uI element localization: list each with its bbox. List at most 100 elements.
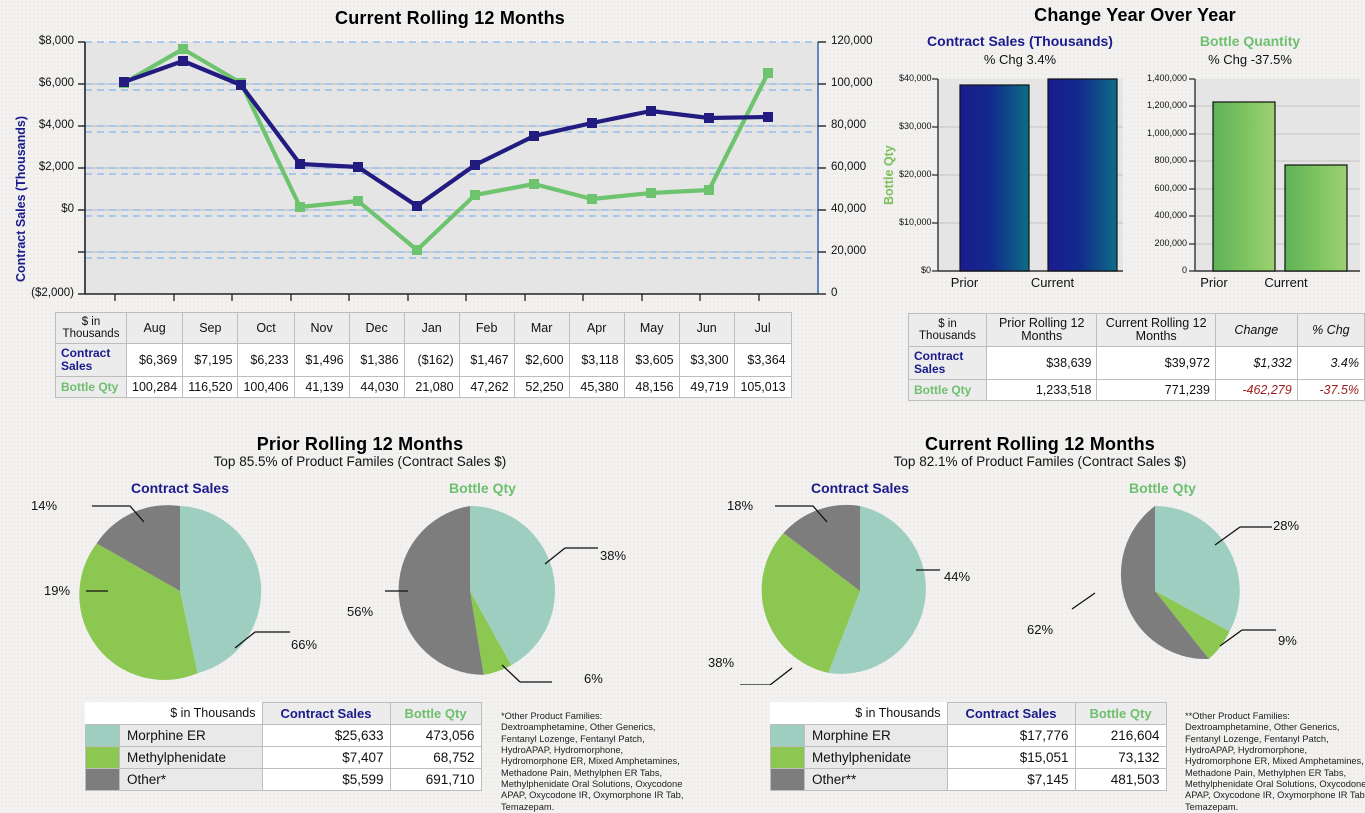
- cell-contract-sales: $3,118: [569, 344, 624, 377]
- line-chart-ytick-right-3: 60,000: [831, 161, 866, 173]
- cell-pctchg: 3.4%: [1297, 347, 1364, 380]
- legend-swatch-morphine-er: [86, 725, 120, 747]
- yoy-header-change: Change: [1215, 314, 1297, 347]
- yoy-left-ytick-3: $30,000: [899, 121, 931, 131]
- current-table-header-bottle-qty: Bottle Qty: [1075, 703, 1166, 725]
- corner-label-line1: $ in: [82, 316, 101, 328]
- prior-contract-sales-value: $5,599: [262, 769, 390, 791]
- yoy-table: $ in Thousands Prior Rolling 12 Months C…: [908, 313, 1365, 401]
- cell-bottle-qty: 41,139: [294, 377, 349, 398]
- corner-label-line2: Thousands: [919, 330, 976, 342]
- prior-bottle-qty-value: 691,710: [390, 769, 481, 791]
- prior-pie-label-66: 66%: [291, 637, 317, 652]
- row-label-contract-sales: Contract Sales: [909, 347, 987, 380]
- prior-pies-svg: [40, 490, 680, 685]
- prior-product-name: Methylphenidate: [120, 747, 263, 769]
- month-header: Jun: [679, 313, 734, 344]
- cell-bottle-qty: 48,156: [624, 377, 679, 398]
- cell-contract-sales: $3,300: [679, 344, 734, 377]
- cell-bottle-qty: 52,250: [514, 377, 569, 398]
- yoy-header-pctchg: % Chg: [1297, 314, 1364, 347]
- cell-prior: 1,233,518: [986, 380, 1096, 401]
- monthly-table-corner: $ in Thousands: [56, 313, 127, 344]
- current-pie-label-44: 44%: [944, 569, 970, 584]
- line-chart-ytick-right-6: 120,000: [831, 35, 873, 47]
- table-row: Other* $5,599 691,710: [86, 769, 482, 791]
- current-pies-svg: [720, 490, 1365, 685]
- line-chart-svg: [0, 0, 900, 305]
- prior-table-header-contract-sales: Contract Sales: [262, 703, 390, 725]
- line-chart-ytick-right-0: 0: [831, 287, 837, 299]
- line-chart-ytick-left-2: $2,000: [24, 161, 74, 173]
- line-chart-ytick-left-5: $8,000: [24, 35, 74, 47]
- line-chart-ytick-right-4: 80,000: [831, 119, 866, 131]
- cell-current: 771,239: [1097, 380, 1216, 401]
- yoy-left-chart-label: Contract Sales (Thousands): [905, 33, 1135, 49]
- cell-bottle-qty: 100,284: [127, 377, 183, 398]
- current-product-table: $ in Thousands Contract Sales Bottle Qty…: [770, 702, 1167, 791]
- prior-pie-label-14: 14%: [31, 498, 57, 513]
- line-chart-ytick-left-1: $0: [24, 203, 74, 215]
- cell-contract-sales: $1,496: [294, 344, 349, 377]
- prior-pie-label-19: 19%: [44, 583, 70, 598]
- table-row: Bottle Qty 1,233,518 771,239 -462,279 -3…: [909, 380, 1365, 401]
- prior-product-table-wrapper: $ in Thousands Contract Sales Bottle Qty…: [85, 702, 482, 791]
- yoy-left-ytick-0: $0: [899, 265, 931, 275]
- yoy-right-ytick-0: 0: [1132, 265, 1187, 275]
- prior-table-header-bottle-qty: Bottle Qty: [390, 703, 481, 725]
- cell-change: $1,332: [1215, 347, 1297, 380]
- cell-contract-sales: ($162): [404, 344, 459, 377]
- current-panel-title: Current Rolling 12 Months: [720, 434, 1360, 455]
- yoy-right-chart-label: Bottle Quantity: [1140, 33, 1360, 49]
- month-header: May: [624, 313, 679, 344]
- month-header: Feb: [459, 313, 514, 344]
- line-chart-ytick-right-5: 100,000: [831, 77, 873, 89]
- line-chart-ytick-right-1: 20,000: [831, 245, 866, 257]
- table-row: Morphine ER $17,776 216,604: [771, 725, 1167, 747]
- yoy-right-ytick-4: 800,000: [1132, 155, 1187, 165]
- current-bottle-qty-value: 481,503: [1075, 769, 1166, 791]
- yoy-header-current: Current Rolling 12 Months: [1097, 314, 1216, 347]
- cell-pctchg: -37.5%: [1297, 380, 1364, 401]
- table-header-row: $ in Thousands Contract Sales Bottle Qty: [86, 703, 482, 725]
- corner-label-line1: $ in: [938, 318, 957, 330]
- month-header: Oct: [238, 313, 294, 344]
- prior-table-lead-header: $ in Thousands: [120, 703, 263, 725]
- table-row: Bottle Qty 100,284 116,520 100,406 41,13…: [56, 377, 792, 398]
- yoy-right-xtick-current: Current: [1255, 275, 1317, 290]
- yoy-left-xtick-prior: Prior: [930, 275, 999, 290]
- table-row: Contract Sales $6,369 $7,195 $6,233 $1,4…: [56, 344, 792, 377]
- legend-swatch-methylphenidate: [86, 747, 120, 769]
- month-header: Aug: [127, 313, 183, 344]
- prior-footnote: *Other Product Families: Dextroamphetami…: [501, 711, 687, 813]
- yoy-left-ytick-2: $20,000: [899, 169, 931, 179]
- yoy-right-ytick-5: 1,000,000: [1132, 128, 1187, 138]
- legend-swatch-morphine-er: [771, 725, 805, 747]
- cell-bottle-qty: 44,030: [349, 377, 404, 398]
- monthly-table: $ in Thousands Aug Sep Oct Nov Dec Jan F…: [55, 312, 792, 398]
- month-header: Sep: [183, 313, 238, 344]
- current-pie-label-62: 62%: [1027, 622, 1053, 637]
- line-chart-ytick-left-4: $6,000: [24, 77, 74, 89]
- month-header: Apr: [569, 313, 624, 344]
- cell-change: -462,279: [1215, 380, 1297, 401]
- current-table-swatch-header: [771, 703, 805, 725]
- cell-bottle-qty: 105,013: [734, 377, 791, 398]
- cell-contract-sales: $6,233: [238, 344, 294, 377]
- prior-contract-sales-pie: [79, 505, 261, 680]
- current-product-name: Other**: [805, 769, 948, 791]
- prior-table-swatch-header: [86, 703, 120, 725]
- prior-bottle-qty-pie: [399, 506, 555, 675]
- yoy-right-ytick-6: 1,200,000: [1132, 100, 1187, 110]
- legend-swatch-other: [771, 769, 805, 791]
- yoy-left-ytick-1: $10,000: [899, 217, 931, 227]
- cell-prior: $38,639: [986, 347, 1096, 380]
- cell-bottle-qty: 45,380: [569, 377, 624, 398]
- current-bottle-qty-value: 216,604: [1075, 725, 1166, 747]
- prior-panel-subtitle: Top 85.5% of Product Familes (Contract S…: [40, 454, 680, 469]
- cell-bottle-qty: 100,406: [238, 377, 294, 398]
- prior-pie-label-56: 56%: [347, 604, 373, 619]
- table-header-row: $ in Thousands Contract Sales Bottle Qty: [771, 703, 1167, 725]
- cell-bottle-qty: 47,262: [459, 377, 514, 398]
- yoy-table-wrapper: $ in Thousands Prior Rolling 12 Months C…: [908, 313, 1365, 401]
